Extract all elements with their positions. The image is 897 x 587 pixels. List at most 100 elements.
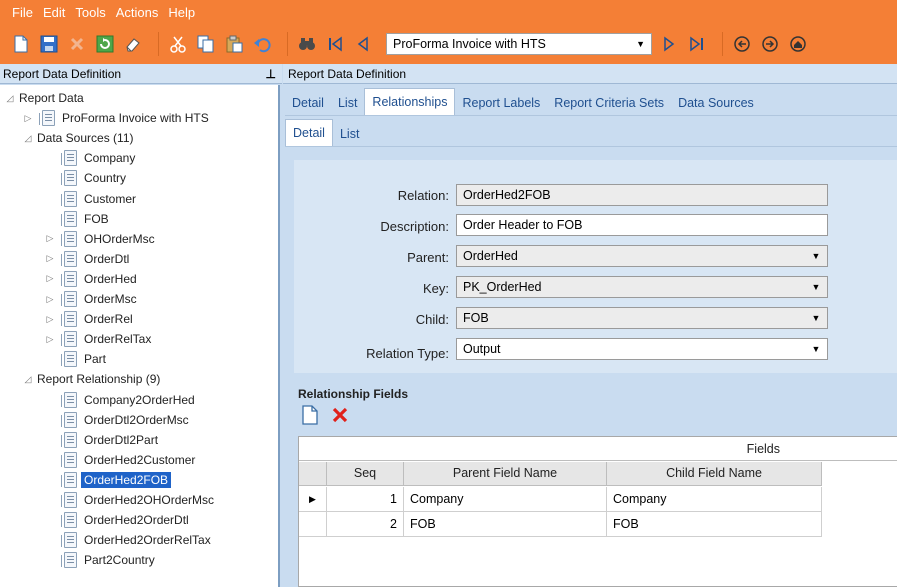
tree-item[interactable]: Company2OrderHed [44,390,195,410]
child-select[interactable]: FOB ▼ [456,307,828,329]
tree-item-label: Company [84,151,136,166]
subtab-list[interactable]: List [333,122,366,146]
tree-item[interactable]: OrderHed2FOB [44,470,172,490]
back-icon[interactable] [731,33,753,55]
tab-list[interactable]: List [331,91,364,115]
tab-report-criteria-sets[interactable]: Report Criteria Sets [547,91,671,115]
tab-relationships[interactable]: Relationships [364,88,456,115]
tree-item[interactable]: Part [44,349,106,369]
relation-field[interactable]: OrderHed2FOB [456,184,828,206]
menu-actions[interactable]: Actions [116,5,159,20]
document-icon [61,532,77,549]
subtab-detail[interactable]: Detail [285,119,333,146]
collapse-arrow-icon[interactable]: ◿ [22,374,34,385]
expand-arrow-icon[interactable]: ▷ [22,113,34,124]
paste-icon[interactable] [223,33,245,55]
expand-arrow-icon[interactable]: ▷ [44,294,56,305]
document-icon [61,451,77,468]
menu-file[interactable]: File [12,5,33,20]
collapse-arrow-icon[interactable]: ◿ [4,93,16,104]
column-header-child-field[interactable]: Child Field Name [607,462,822,486]
expand-arrow-icon[interactable]: ▷ [44,334,56,345]
search-icon[interactable] [296,33,318,55]
tree-item-label: OrderHed2FOB [81,471,172,488]
menu-edit[interactable]: Edit [43,5,65,20]
tree-item[interactable]: FOB [44,209,109,229]
tree-item[interactable]: OrderHed2OHOrderMsc [44,490,214,510]
parent-value: OrderHed [463,249,518,263]
pin-icon[interactable]: ⊥ [266,67,276,81]
column-header-parent-field[interactable]: Parent Field Name [404,462,607,486]
delete-field-button[interactable] [328,403,352,427]
save-icon[interactable] [38,33,60,55]
table-cell-seq[interactable]: 2 [327,512,404,537]
report-select-value: ProForma Invoice with HTS [393,37,546,51]
tree-item[interactable]: Country [44,168,126,188]
table-cell-parent-field[interactable]: FOB [404,512,607,537]
refresh-icon[interactable] [94,33,116,55]
first-icon[interactable] [324,33,346,55]
forward-icon[interactable] [759,33,781,55]
tree-item[interactable]: OrderHed2OrderDtl [44,510,189,530]
tree-item[interactable]: ▷ OrderDtl [44,249,129,269]
document-icon [61,492,77,508]
collapse-arrow-icon[interactable]: ◿ [22,133,34,144]
last-icon[interactable] [686,33,708,55]
tab-detail[interactable]: Detail [285,91,331,115]
column-header-seq[interactable]: Seq [327,462,404,486]
tree-item[interactable]: ▷ OrderHed [44,269,137,289]
table-cell-child-field[interactable]: FOB [607,512,822,537]
tab-report-labels[interactable]: Report Labels [455,91,547,115]
new-icon[interactable] [10,33,32,55]
next-icon[interactable] [658,33,680,55]
tree-item[interactable]: ▷ ProForma Invoice with HTS [22,108,209,128]
table-cell-seq[interactable]: 1 [327,487,404,512]
key-select[interactable]: PK_OrderHed ▼ [456,276,828,298]
tree-item[interactable]: ▷ OrderRel [44,309,133,329]
expand-arrow-icon[interactable]: ▷ [44,314,56,325]
description-field[interactable]: Order Header to FOB [456,214,828,236]
tree-item[interactable]: ◿ Report Data [4,88,84,108]
tree-item[interactable]: Part2Country [44,550,155,570]
tree-item[interactable]: Company [44,148,135,168]
row-selector[interactable] [299,512,327,537]
prev-icon[interactable] [352,33,374,55]
tree-item[interactable]: ▷ OrderRelTax [44,329,151,349]
relation-type-select[interactable]: Output ▼ [456,338,828,360]
report-select[interactable]: ProForma Invoice with HTS ▼ [386,33,652,55]
menu-tools[interactable]: Tools [75,5,105,20]
expand-arrow-icon[interactable]: ▷ [44,253,56,264]
tree-item-label: Report Relationship (9) [37,372,161,387]
tree-item[interactable]: OrderDtl2OrderMsc [44,410,189,430]
tree-item-label: Report Data [19,91,84,105]
document-icon [61,351,77,368]
delete-icon[interactable] [66,33,88,55]
tree-item[interactable]: ◿ Data Sources (11) [22,128,134,148]
home-icon[interactable] [787,33,809,55]
tab-data-sources[interactable]: Data Sources [671,91,761,115]
tree-item[interactable]: ▷ OHOrderMsc [44,229,155,249]
clear-icon[interactable] [122,33,144,55]
cut-icon[interactable] [167,33,189,55]
tree-item[interactable]: ▷ OrderMsc [44,289,137,309]
undo-icon[interactable] [251,33,273,55]
grid-group-header-label: Fields [746,442,780,456]
tree-item[interactable]: ◿ Report Relationship (9) [22,369,161,389]
row-indicator-icon[interactable]: ▶ [299,487,327,512]
tree-item-label: OrderDtl2OrderMsc [84,412,189,427]
table-cell-parent-field[interactable]: Company [404,487,607,512]
tree-item[interactable]: Customer [44,189,136,209]
tree-item[interactable]: OrderDtl2Part [44,430,158,450]
add-field-button[interactable] [298,403,322,427]
document-icon [61,170,77,187]
copy-icon[interactable] [195,33,217,55]
expand-arrow-icon[interactable]: ▷ [44,273,56,284]
parent-select[interactable]: OrderHed ▼ [456,245,828,267]
tree-item[interactable]: OrderHed2Customer [44,450,195,470]
menu-help[interactable]: Help [168,5,195,20]
document-icon [61,150,77,167]
tree-item[interactable]: OrderHed2OrderRelTax [44,530,211,550]
expand-arrow-icon[interactable]: ▷ [44,233,56,244]
menu-bar: File Edit Tools Actions Help [0,0,897,24]
table-cell-child-field[interactable]: Company [607,487,822,512]
